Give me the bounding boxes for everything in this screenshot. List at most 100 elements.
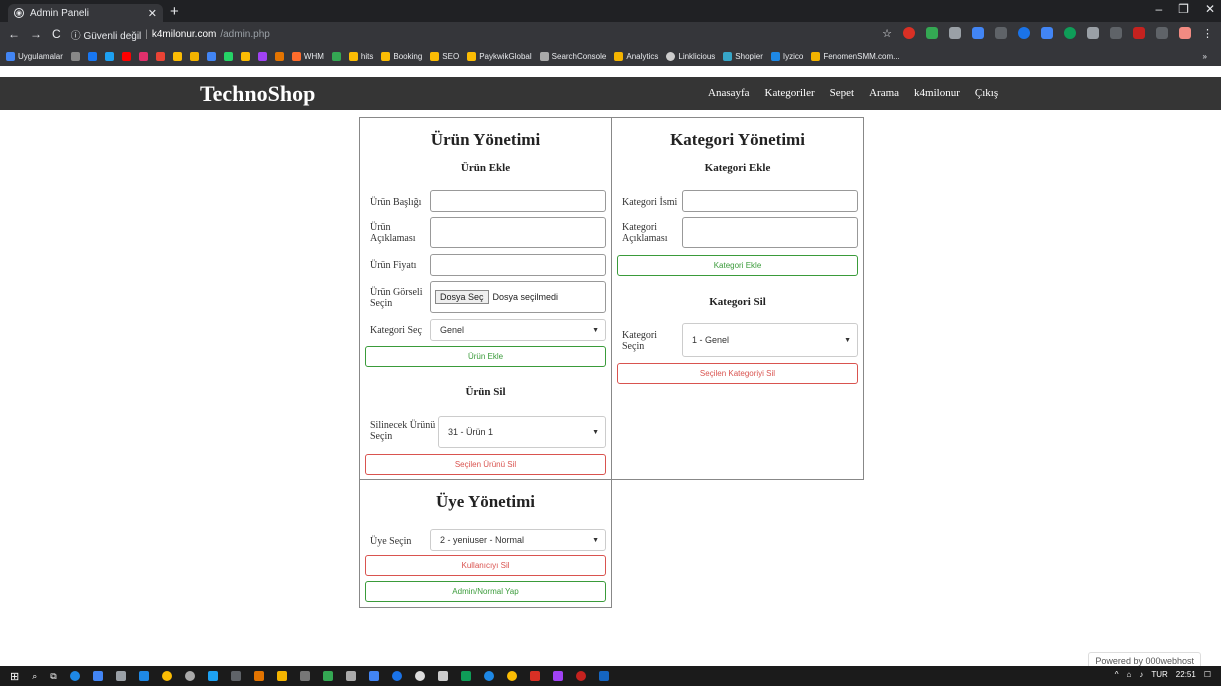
bookmark-icon-only[interactable] [138,51,148,61]
category-desc-input[interactable] [682,217,858,248]
tray-chevron-icon[interactable]: ^ [1115,670,1119,679]
maximize-button[interactable]: ❐ [1178,2,1189,16]
app-icon[interactable] [529,671,540,681]
edge-icon[interactable] [69,671,80,681]
bookmark-item[interactable]: Linklicious [666,51,715,61]
menu-categories[interactable]: Kategoriler [765,87,815,99]
bookmark-icon-only[interactable] [104,51,114,61]
extension-icon[interactable] [1110,27,1122,39]
product-delete-select[interactable]: 31 - Ürün 1 ▼ [438,416,606,448]
extension-icon[interactable] [903,27,915,39]
bookmark-item[interactable]: PaykwikGlobal [467,51,532,61]
choose-file-button[interactable]: Dosya Seç [435,290,489,304]
bookmark-icon-only[interactable] [257,51,267,61]
menu-kebab-icon[interactable]: ⋮ [1202,27,1213,40]
new-tab-button[interactable]: + [170,3,179,20]
app-icon[interactable] [138,671,149,681]
bookmark-item[interactable]: Analytics [614,51,658,61]
extension-icon[interactable] [1041,27,1053,39]
bookmark-item[interactable]: hits [348,51,373,61]
language-indicator[interactable]: TUR [1151,670,1167,679]
extension-icon[interactable] [1018,27,1030,39]
toggle-admin-button[interactable]: Admin/Normal Yap [365,581,606,602]
app-icon[interactable] [230,671,241,681]
app-icon[interactable] [460,671,471,681]
app-icon[interactable] [483,671,494,681]
bookmarks-overflow[interactable]: » [1203,52,1207,61]
notifications-icon[interactable]: ☐ [1204,670,1211,679]
product-image-file-input[interactable]: Dosya Seç Dosya seçilmedi [430,281,606,313]
app-icon[interactable] [184,671,195,681]
bookmark-icon-only[interactable] [155,51,165,61]
app-icon[interactable] [437,671,448,681]
delete-category-button[interactable]: Seçilen Kategoriyi Sil [617,363,858,384]
task-view-icon[interactable]: ⧉ [50,671,56,682]
security-indicator[interactable]: ⓘ Güvenli değil [71,27,142,42]
app-icon[interactable] [322,671,333,681]
add-category-button[interactable]: Kategori Ekle [617,255,858,276]
bookmark-icon-only[interactable] [87,51,97,61]
extension-icon[interactable] [926,27,938,39]
clock[interactable]: 22:51 [1176,670,1196,679]
bookmark-item[interactable]: Iyzico [770,51,803,61]
reload-button[interactable]: C [52,27,61,41]
app-icon[interactable] [414,671,425,681]
menu-home[interactable]: Anasayfa [708,87,750,99]
delete-user-button[interactable]: Kullanıcıyı Sil [365,555,606,576]
app-icon[interactable] [276,671,287,681]
bookmark-icon-only[interactable] [121,51,131,61]
search-icon[interactable]: ⌕ [32,671,37,682]
bookmark-icon-only[interactable] [206,51,216,61]
menu-logout[interactable]: Çıkış [975,87,998,99]
forward-button[interactable]: → [30,27,42,41]
store-icon[interactable] [115,671,126,681]
user-select[interactable]: 2 - yeniuser - Normal ▼ [430,529,606,551]
extension-icon[interactable] [1133,27,1145,39]
product-category-select[interactable]: Genel ▼ [430,319,606,341]
bookmark-icon-only[interactable] [331,51,341,61]
app-icon[interactable] [368,671,379,681]
address-bar[interactable]: ⓘ Güvenli değil | k4milonur.com/admin.ph… [71,27,270,42]
app-icon[interactable] [575,671,586,681]
product-price-input[interactable] [430,254,606,276]
close-window-button[interactable]: ✕ [1205,2,1215,16]
app-icon[interactable] [299,671,310,681]
delete-product-button[interactable]: Seçilen Ürünü Sil [365,454,606,475]
app-icon[interactable] [345,671,356,681]
extension-icon[interactable] [1179,27,1191,39]
network-icon[interactable]: ⌂ [1127,670,1132,679]
extension-icon[interactable] [1064,27,1076,39]
bookmark-icon-only[interactable] [189,51,199,61]
extension-icon[interactable] [1087,27,1099,39]
tab-close-icon[interactable]: ✕ [148,7,157,20]
site-brand[interactable]: TechnoShop [200,81,315,107]
extension-icon[interactable] [972,27,984,39]
app-icon[interactable] [207,671,218,681]
bookmark-icon-only[interactable] [274,51,284,61]
bookmark-item[interactable]: SearchConsole [539,51,606,61]
bookmark-item[interactable]: Shopier [723,51,763,61]
app-icon[interactable] [391,671,402,681]
bookmark-item[interactable]: FenomenSMM.com... [811,51,900,61]
menu-search[interactable]: Arama [869,87,899,99]
bookmark-item[interactable]: SEO [430,51,459,61]
app-icon[interactable] [552,671,563,681]
product-title-input[interactable] [430,190,606,212]
menu-user[interactable]: k4milonur [914,87,960,99]
browser-tab-active[interactable]: ◉ Admin Paneli ✕ [8,4,163,22]
extension-icon[interactable] [995,27,1007,39]
bookmark-item[interactable]: Booking [381,51,422,61]
bookmark-icon-only[interactable] [70,51,80,61]
bookmark-icon-only[interactable] [240,51,250,61]
back-button[interactable]: ← [8,27,20,41]
bookmark-icon-only[interactable] [172,51,182,61]
minimize-button[interactable]: – [1155,2,1162,16]
bookmark-item[interactable]: WHM [291,51,324,61]
app-icon[interactable] [598,671,609,681]
extension-icon[interactable] [1156,27,1168,39]
app-icon[interactable] [253,671,264,681]
menu-cart[interactable]: Sepet [830,87,854,99]
bookmark-item[interactable]: Uygulamalar [6,51,63,61]
volume-icon[interactable]: ♪ [1139,670,1143,679]
windows-start-icon[interactable]: ⊞ [10,670,19,683]
